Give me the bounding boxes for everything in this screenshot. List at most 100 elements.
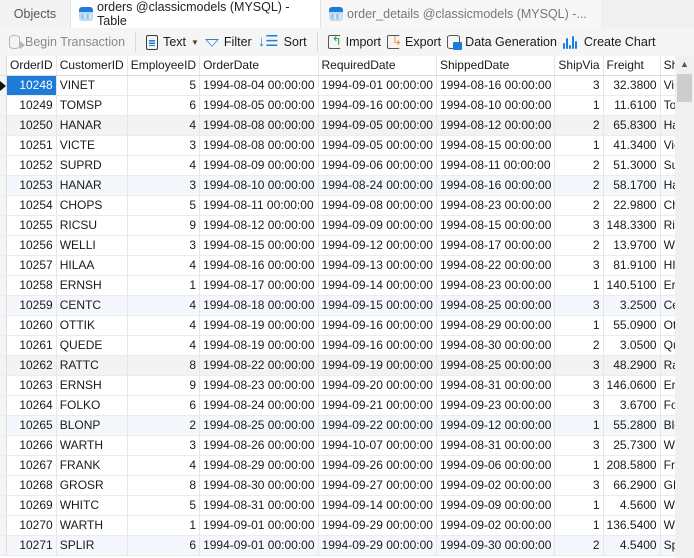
cell-shipvia[interactable]: 3: [554, 375, 604, 396]
cell-orderdate[interactable]: 1994-08-25 00:00:00: [199, 415, 319, 436]
cell-customerid[interactable]: SPLIR: [56, 535, 128, 556]
cell-customerid[interactable]: WARTH: [56, 435, 128, 456]
cell-orderid[interactable]: 10265: [6, 415, 57, 436]
cell-shipname[interactable]: Richter Supermarkt: [660, 215, 675, 236]
cell-orderid[interactable]: 10251: [6, 135, 57, 156]
cell-shippeddate[interactable]: 1994-08-29 00:00:00: [436, 315, 556, 336]
cell-customerid[interactable]: HANAR: [56, 115, 128, 136]
column-header-orderdate[interactable]: OrderDate: [199, 56, 319, 76]
cell-customerid[interactable]: SUPRD: [56, 155, 128, 176]
table-row[interactable]: 10248 VINET 5 1994-08-04 00:00:00 1994-09-01…: [0, 75, 675, 96]
table-row[interactable]: 10270 WARTH 1 1994-09-01 00:00:00 1994-09-29…: [0, 515, 675, 536]
cell-requireddate[interactable]: 1994-09-06 00:00:00: [318, 155, 437, 176]
column-header-shippeddate[interactable]: ShippedDate: [436, 56, 556, 76]
cell-freight[interactable]: 136.5400: [603, 515, 661, 536]
table-row[interactable]: 10256 WELLI 3 1994-08-15 00:00:00 1994-09-12…: [0, 235, 675, 256]
table-row[interactable]: 10260 OTTIK 4 1994-08-19 00:00:00 1994-09-16…: [0, 315, 675, 336]
cell-requireddate[interactable]: 1994-09-14 00:00:00: [318, 495, 437, 516]
cell-orderid[interactable]: 10257: [6, 255, 57, 276]
cell-shipname[interactable]: Hanari Carnes: [660, 115, 675, 136]
cell-requireddate[interactable]: 1994-09-16 00:00:00: [318, 315, 437, 336]
table-row[interactable]: 10271 SPLIR 6 1994-09-01 00:00:00 1994-09-29…: [0, 535, 675, 556]
table-row[interactable]: 10263 ERNSH 9 1994-08-23 00:00:00 1994-09-20…: [0, 375, 675, 396]
cell-orderid[interactable]: 10261: [6, 335, 57, 356]
cell-orderid[interactable]: 10254: [6, 195, 57, 216]
cell-customerid[interactable]: QUEDE: [56, 335, 128, 356]
table-row[interactable]: 10255 RICSU 9 1994-08-12 00:00:00 1994-09-09…: [0, 215, 675, 236]
cell-customerid[interactable]: RICSU: [56, 215, 128, 236]
cell-shippeddate[interactable]: 1994-08-11 00:00:00: [436, 155, 556, 176]
cell-requireddate[interactable]: 1994-09-29 00:00:00: [318, 535, 437, 556]
cell-employeeid[interactable]: 3: [127, 435, 201, 456]
table-row[interactable]: 10267 FRANK 4 1994-08-29 00:00:00 1994-09-26…: [0, 455, 675, 476]
column-header-customerid[interactable]: CustomerID: [56, 56, 128, 76]
cell-shippeddate[interactable]: 1994-08-12 00:00:00: [436, 115, 556, 136]
cell-freight[interactable]: 32.3800: [603, 75, 661, 96]
cell-orderdate[interactable]: 1994-08-17 00:00:00: [199, 275, 319, 296]
table-row[interactable]: 10251 VICTE 3 1994-08-08 00:00:00 1994-09-05…: [0, 135, 675, 156]
cell-requireddate[interactable]: 1994-10-07 00:00:00: [318, 435, 437, 456]
cell-shippeddate[interactable]: 1994-09-02 00:00:00: [436, 475, 556, 496]
cell-shipname[interactable]: Que Delícia: [660, 335, 675, 356]
cell-shipvia[interactable]: 3: [554, 475, 604, 496]
cell-orderdate[interactable]: 1994-08-23 00:00:00: [199, 375, 319, 396]
cell-shipname[interactable]: Suprêmes délices: [660, 155, 675, 176]
scroll-up-icon[interactable]: ▲: [675, 56, 694, 73]
cell-orderdate[interactable]: 1994-08-29 00:00:00: [199, 455, 319, 476]
import-button[interactable]: Import: [325, 30, 384, 54]
cell-shipvia[interactable]: 2: [554, 535, 604, 556]
cell-freight[interactable]: 13.9700: [603, 235, 661, 256]
cell-orderdate[interactable]: 1994-08-05 00:00:00: [199, 95, 319, 116]
cell-orderdate[interactable]: 1994-08-19 00:00:00: [199, 315, 319, 336]
cell-orderdate[interactable]: 1994-08-08 00:00:00: [199, 115, 319, 136]
table-row[interactable]: 10254 CHOPS 5 1994-08-11 00:00:00 1994-09-08…: [0, 195, 675, 216]
cell-shipname[interactable]: HILARIÓN-Abastos: [660, 255, 675, 276]
cell-requireddate[interactable]: 1994-09-14 00:00:00: [318, 275, 437, 296]
cell-employeeid[interactable]: 3: [127, 175, 201, 196]
cell-freight[interactable]: 146.0600: [603, 375, 661, 396]
cell-shippeddate[interactable]: 1994-09-23 00:00:00: [436, 395, 556, 416]
table-row[interactable]: 10265 BLONP 2 1994-08-25 00:00:00 1994-09-22…: [0, 415, 675, 436]
cell-requireddate[interactable]: 1994-09-16 00:00:00: [318, 335, 437, 356]
cell-orderid[interactable]: 10270: [6, 515, 57, 536]
cell-shipvia[interactable]: 3: [554, 215, 604, 236]
cell-employeeid[interactable]: 3: [127, 135, 201, 156]
cell-shipvia[interactable]: 2: [554, 235, 604, 256]
cell-employeeid[interactable]: 6: [127, 95, 201, 116]
cell-customerid[interactable]: TOMSP: [56, 95, 128, 116]
cell-shipvia[interactable]: 2: [554, 155, 604, 176]
cell-requireddate[interactable]: 1994-09-05 00:00:00: [318, 115, 437, 136]
text-view-button[interactable]: Text ▼: [143, 30, 202, 54]
cell-requireddate[interactable]: 1994-09-01 00:00:00: [318, 75, 437, 96]
cell-requireddate[interactable]: 1994-09-22 00:00:00: [318, 415, 437, 436]
cell-shipvia[interactable]: 1: [554, 455, 604, 476]
column-header-requireddate[interactable]: RequiredDate: [318, 56, 437, 76]
cell-shipname[interactable]: Blondel père et fils: [660, 415, 675, 436]
cell-employeeid[interactable]: 4: [127, 295, 201, 316]
cell-shipvia[interactable]: 3: [554, 435, 604, 456]
cell-shipname[interactable]: Folk och fä HB: [660, 395, 675, 416]
cell-orderid[interactable]: 10258: [6, 275, 57, 296]
cell-shippeddate[interactable]: 1994-09-12 00:00:00: [436, 415, 556, 436]
cell-requireddate[interactable]: 1994-09-05 00:00:00: [318, 135, 437, 156]
cell-orderid[interactable]: 10259: [6, 295, 57, 316]
cell-freight[interactable]: 3.2500: [603, 295, 661, 316]
cell-requireddate[interactable]: 1994-09-20 00:00:00: [318, 375, 437, 396]
cell-employeeid[interactable]: 4: [127, 455, 201, 476]
cell-employeeid[interactable]: 3: [127, 235, 201, 256]
cell-orderid[interactable]: 10249: [6, 95, 57, 116]
cell-orderid[interactable]: 10271: [6, 535, 57, 556]
cell-orderdate[interactable]: 1994-08-12 00:00:00: [199, 215, 319, 236]
cell-shipvia[interactable]: 2: [554, 115, 604, 136]
cell-freight[interactable]: 22.9800: [603, 195, 661, 216]
cell-orderid[interactable]: 10255: [6, 215, 57, 236]
cell-employeeid[interactable]: 4: [127, 115, 201, 136]
cell-requireddate[interactable]: 1994-09-26 00:00:00: [318, 455, 437, 476]
cell-orderdate[interactable]: 1994-08-26 00:00:00: [199, 435, 319, 456]
cell-orderdate[interactable]: 1994-08-24 00:00:00: [199, 395, 319, 416]
data-grid[interactable]: OrderID CustomerID EmployeeID OrderDate Requ…: [0, 56, 675, 558]
cell-shippeddate[interactable]: 1994-08-31 00:00:00: [436, 435, 556, 456]
cell-shipvia[interactable]: 1: [554, 275, 604, 296]
cell-orderdate[interactable]: 1994-08-08 00:00:00: [199, 135, 319, 156]
table-row[interactable]: 10253 HANAR 3 1994-08-10 00:00:00 1994-08-24…: [0, 175, 675, 196]
